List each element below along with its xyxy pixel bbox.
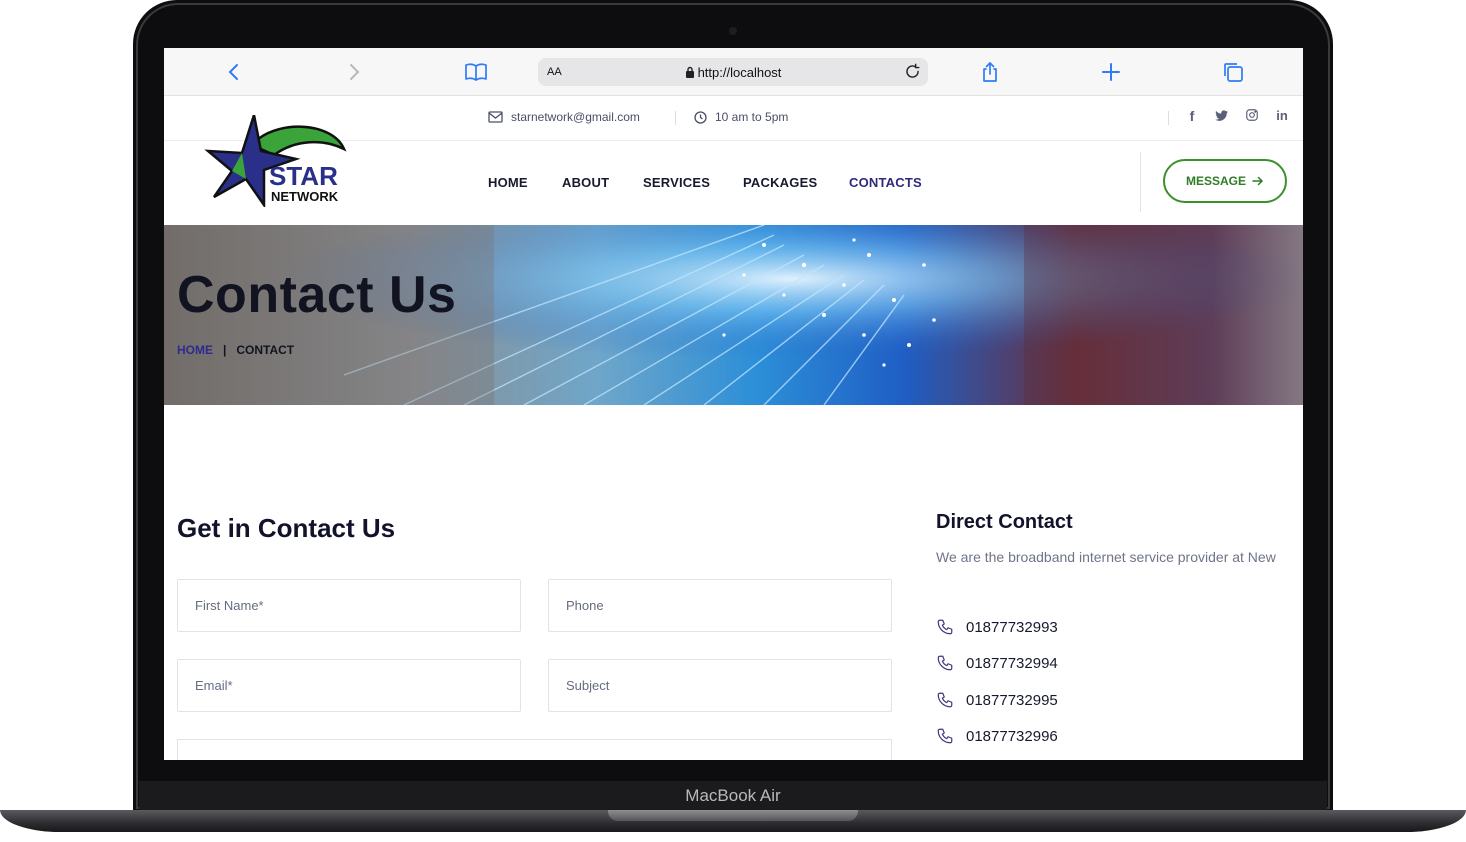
- lock-icon: [685, 66, 694, 78]
- tabs-overview-icon[interactable]: [1221, 60, 1245, 84]
- clock-icon: [694, 110, 707, 124]
- new-tab-plus-icon[interactable]: [1099, 60, 1123, 84]
- arrow-right-icon: [1252, 176, 1264, 186]
- breadcrumb-current: CONTACT: [236, 343, 295, 357]
- direct-contact-title: Direct Contact: [936, 511, 1073, 533]
- star-network-logo[interactable]: STAR NETWORK: [204, 115, 354, 207]
- info-divider: [675, 111, 676, 125]
- nav-services[interactable]: SERVICES: [643, 175, 710, 190]
- main-navbar: STAR NETWORK HOME ABOUT SERVICES PACKAGE…: [164, 115, 1303, 225]
- back-arrow-icon[interactable]: [222, 60, 246, 84]
- page-hero-banner: Contact Us HOME | CONTACT: [164, 225, 1303, 405]
- bookmarks-icon[interactable]: [464, 60, 488, 84]
- form-title: Get in Contact Us: [177, 513, 396, 543]
- nav-packages[interactable]: PACKAGES: [743, 175, 817, 190]
- email-text: starnetwork@gmail.com: [511, 110, 640, 124]
- email-info[interactable]: starnetwork@gmail.com: [488, 110, 640, 124]
- camera-icon: [729, 27, 737, 35]
- message-textarea[interactable]: [177, 739, 892, 760]
- phone-icon: [937, 619, 953, 635]
- phone-item[interactable]: 01877732995: [936, 691, 1058, 709]
- hours-text: 10 am to 5pm: [715, 110, 789, 124]
- reload-icon[interactable]: [903, 62, 922, 81]
- email-field[interactable]: [177, 659, 521, 712]
- first-name-field[interactable]: [177, 579, 521, 632]
- breadcrumb: HOME | CONTACT: [177, 343, 294, 357]
- logo-network-text: NETWORK: [271, 189, 339, 204]
- phone-icon: [937, 692, 953, 708]
- facebook-icon[interactable]: f: [1184, 108, 1200, 124]
- nav-about[interactable]: ABOUT: [562, 175, 609, 190]
- nav-divider: [1140, 152, 1141, 212]
- share-icon[interactable]: [978, 60, 1002, 84]
- social-divider: [1168, 111, 1169, 125]
- phone-field[interactable]: [548, 579, 892, 632]
- phone-item[interactable]: 01877732994: [936, 654, 1058, 672]
- breadcrumb-separator: |: [223, 343, 227, 357]
- phone-item[interactable]: 01877732993: [936, 618, 1058, 636]
- message-button-label: MESSAGE: [1185, 174, 1246, 188]
- hours-info: 10 am to 5pm: [694, 110, 788, 124]
- twitter-icon[interactable]: [1213, 108, 1229, 124]
- forward-arrow-icon[interactable]: [342, 60, 366, 84]
- url-text: http://localhost: [697, 65, 782, 80]
- phone-number: 01877732993: [966, 618, 1058, 636]
- phone-icon: [937, 728, 953, 744]
- phone-icon: [937, 655, 953, 671]
- envelope-icon: [488, 111, 503, 123]
- screen: AA http://localhost starnetwork@gmail.co…: [164, 48, 1303, 760]
- phone-number: 01877732994: [966, 654, 1058, 672]
- breadcrumb-home-link[interactable]: HOME: [177, 343, 213, 357]
- laptop-hinge-notch: [608, 810, 858, 821]
- page-title: Contact Us: [177, 266, 457, 324]
- browser-toolbar: AA http://localhost: [164, 48, 1303, 96]
- direct-contact-text: We are the broadband internet service pr…: [936, 549, 1276, 565]
- url-text-wrapper: http://localhost: [538, 65, 928, 80]
- phone-number: 01877732996: [966, 727, 1058, 745]
- logo-star-text: STAR: [269, 161, 338, 191]
- device-brand-label: MacBook Air: [685, 786, 781, 805]
- nav-contacts[interactable]: CONTACTS: [849, 175, 922, 190]
- phone-item[interactable]: 01877732996: [936, 727, 1058, 745]
- phone-number: 01877732995: [966, 691, 1058, 709]
- subject-field[interactable]: [548, 659, 892, 712]
- instagram-icon[interactable]: [1244, 108, 1260, 124]
- linkedin-icon[interactable]: in: [1274, 108, 1290, 124]
- nav-home[interactable]: HOME: [488, 175, 528, 190]
- address-bar[interactable]: AA http://localhost: [538, 58, 928, 86]
- message-button[interactable]: MESSAGE: [1163, 159, 1287, 203]
